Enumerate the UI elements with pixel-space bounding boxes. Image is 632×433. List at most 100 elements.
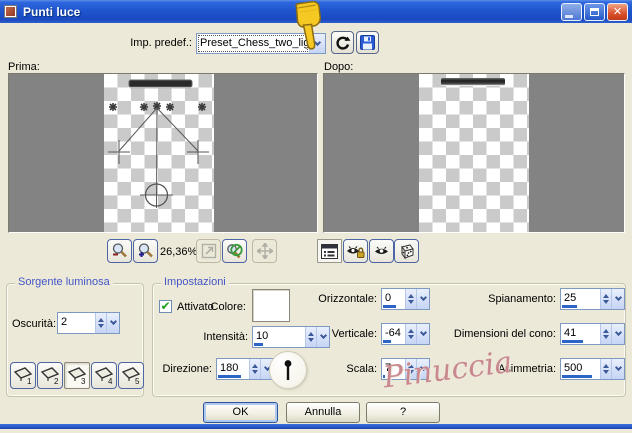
close-button[interactable]: ✕ [607,3,628,21]
light-2-button[interactable]: 2 [37,362,63,389]
direction-updown[interactable] [249,359,260,379]
before-label: Prima: [8,61,40,73]
svg-text:1: 1 [27,377,32,385]
down-arrow-icon [603,335,609,339]
darkness-input[interactable]: 2 [58,313,95,333]
asymmetry-input[interactable]: 500 [561,359,600,379]
down-arrow-icon [98,324,104,328]
chevron-down-icon [419,363,427,372]
intensity-value: 10 [256,330,269,342]
before-preview-pane[interactable] [8,73,318,233]
lamp-icon: 4 [94,367,113,385]
cone-size-value: 41 [564,327,577,339]
dial-needle-icon [284,360,292,380]
help-button[interactable]: ? [366,402,440,423]
ok-button[interactable]: OK [203,402,278,423]
close-icon: ✕ [612,5,623,18]
svg-text:2: 2 [54,377,59,385]
window-title: Punti luce [23,4,81,19]
direction-dial[interactable] [269,351,307,389]
scale-slider-dropdown[interactable] [416,359,429,379]
proof-button[interactable] [369,239,394,263]
darkness-spinner: 2 [57,312,120,334]
darkness-updown[interactable] [95,313,106,333]
toggle-panels-button[interactable] [317,239,342,263]
vertical-updown[interactable] [405,324,416,344]
save-disk-icon [360,35,375,50]
after-label: Dopo: [324,61,354,73]
horizontal-updown[interactable] [405,289,416,309]
maximize-button[interactable] [584,3,605,21]
cone-size-updown[interactable] [600,324,611,344]
zoom-in-icon [138,243,153,258]
up-arrow-icon [98,318,104,322]
color-swatch[interactable] [252,289,290,322]
smoothing-updown[interactable] [600,289,611,309]
fit-window-icon [201,243,216,259]
light-3-button[interactable]: 3 [64,362,90,389]
save-preset-button[interactable] [356,31,379,54]
minimize-icon [564,15,573,18]
cancel-button[interactable]: Annulla [286,402,360,423]
randomize-button[interactable] [394,239,419,263]
svg-text:3: 3 [81,377,86,385]
chevron-down-icon [614,328,622,337]
lamp-icon: 3 [67,367,86,385]
vertical-label: Verticale: [331,328,377,340]
horizontal-input[interactable]: 0 [382,289,405,309]
up-arrow-icon [408,294,414,298]
scale-updown[interactable] [405,359,416,379]
zoom-out-button[interactable] [107,239,132,263]
horizontal-meter [383,305,397,308]
asymmetry-updown[interactable] [600,359,611,379]
light-5-button[interactable]: 5 [118,362,144,389]
reset-preset-button[interactable] [331,31,354,54]
asymmetry-slider-dropdown[interactable] [611,359,624,379]
color-label: Colore: [210,301,246,313]
no-proof-icon [227,243,243,258]
chevron-down-icon [109,317,117,326]
lamp-icon: 5 [121,367,140,385]
chevron-down-icon [614,293,622,302]
scale-spinner: 7 [381,358,430,380]
light-4-button[interactable]: 4 [91,362,117,389]
zoom-in-button[interactable] [133,239,158,263]
down-arrow-icon [408,335,414,339]
direction-label: Direzione: [162,363,212,375]
down-arrow-icon [252,370,258,374]
vertical-slider-dropdown[interactable] [416,324,429,344]
auto-proof-button[interactable] [343,239,368,263]
asymmetry-label: Asimmetria: [497,363,556,375]
eye-lock-icon [347,245,365,258]
no-proof-button[interactable] [222,239,247,263]
window-bottom-border [0,424,632,429]
minimize-button[interactable] [561,3,582,21]
up-arrow-icon [603,329,609,333]
scale-input[interactable]: 7 [382,359,405,379]
direction-input[interactable]: 180 [217,359,249,379]
smoothing-input[interactable]: 25 [561,289,600,309]
intensity-label: Intensità: [203,331,248,343]
svg-text:5: 5 [135,377,140,385]
cone-size-meter [562,340,584,343]
cone-size-input[interactable]: 41 [561,324,600,344]
up-arrow-icon [603,294,609,298]
horizontal-slider-dropdown[interactable] [416,289,429,309]
chevron-down-icon [419,328,427,337]
asymmetry-value: 500 [564,362,583,374]
darkness-slider-dropdown[interactable] [106,313,119,333]
after-preview-pane[interactable] [323,73,625,233]
smoothing-slider-dropdown[interactable] [611,289,624,309]
cone-size-slider-dropdown[interactable] [611,324,624,344]
cone-size-spinner: 41 [560,323,625,345]
light-1-button[interactable]: 1 [10,362,36,389]
reset-arrow-icon [336,36,351,50]
preset-label: Imp. predef.: [130,37,192,49]
scale-meter [383,375,386,378]
enabled-checkbox[interactable]: ✔ [159,300,172,313]
vertical-input[interactable]: -64 [382,324,405,344]
pan-button[interactable] [252,239,277,263]
vertical-value: -64 [385,327,401,339]
intensity-input[interactable]: 10 [253,327,305,347]
fit-to-window-button[interactable] [196,239,221,263]
